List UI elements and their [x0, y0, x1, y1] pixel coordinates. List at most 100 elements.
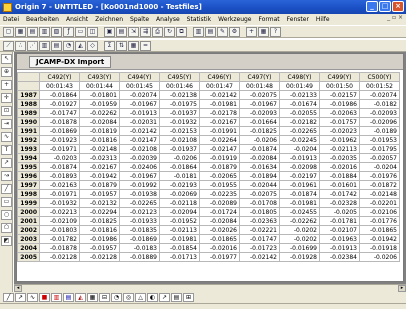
save-template-icon[interactable]: ▤: [116, 26, 127, 37]
table-cell[interactable]: -0.02132: [79, 198, 120, 208]
table-cell[interactable]: -0.02035: [319, 153, 360, 163]
column-header[interactable]: C496(Y): [199, 72, 240, 82]
table-cell[interactable]: -0.01757: [319, 117, 360, 127]
table-cell[interactable]: -0.02363: [239, 216, 280, 226]
table-cell[interactable]: -0.02265: [279, 126, 320, 136]
table-cell[interactable]: -0.02108: [159, 135, 200, 145]
menu-werkzeuge[interactable]: Werkzeuge: [218, 16, 251, 23]
table-cell[interactable]: -0.01825: [79, 216, 120, 226]
table-cell[interactable]: -0.02113: [319, 144, 360, 154]
column-chart-icon[interactable]: ▥: [51, 293, 62, 302]
table-cell[interactable]: -0.02262: [79, 108, 120, 118]
pie-chart-icon[interactable]: ◔: [63, 40, 74, 51]
table-cell[interactable]: -0.02128: [39, 252, 80, 262]
table-cell[interactable]: -0.01932: [159, 117, 200, 127]
column-label-cell[interactable]: 00:01:45: [119, 81, 160, 91]
table-cell[interactable]: -0.01634: [239, 162, 280, 172]
table-cell[interactable]: -0.01937: [159, 108, 200, 118]
table-cell[interactable]: -0.01952: [159, 216, 200, 226]
table-cell[interactable]: -0.02069: [159, 189, 200, 199]
table-cell[interactable]: -0.02108: [119, 144, 160, 154]
table-cell[interactable]: -0.02063: [319, 108, 360, 118]
line-plot-icon[interactable]: ⟋: [3, 40, 14, 51]
table-cell[interactable]: -0.02109: [39, 216, 80, 226]
row-number[interactable]: 1997: [17, 180, 40, 190]
fill-color-icon[interactable]: ■: [39, 293, 50, 302]
table-cell[interactable]: -0.01957: [79, 243, 120, 253]
code-builder-icon[interactable]: ⚙: [229, 26, 240, 37]
table-cell[interactable]: -0.01878: [39, 243, 80, 253]
table-cell[interactable]: -0.02023: [319, 126, 360, 136]
table-cell[interactable]: -0.02118: [159, 198, 200, 208]
table-cell[interactable]: -0.02065: [199, 171, 240, 181]
close-button[interactable]: ×: [392, 1, 404, 12]
menu-ansicht[interactable]: Ansicht: [66, 16, 88, 23]
table-cell[interactable]: -0.02245: [279, 135, 320, 145]
table-cell[interactable]: -0.02138: [159, 90, 200, 100]
column-label-cell[interactable]: 00:01:52: [359, 81, 400, 91]
table-cell[interactable]: -0.01967: [239, 99, 280, 109]
table-cell[interactable]: -0.02148: [359, 189, 400, 199]
row-number[interactable]: 1998: [17, 189, 40, 199]
row-number[interactable]: 2002: [17, 225, 40, 235]
row-header[interactable]: [17, 81, 40, 91]
draw-data-icon[interactable]: ∿: [1, 132, 12, 142]
menu-spalte[interactable]: Spalte: [130, 16, 149, 23]
table-cell[interactable]: -0.01913: [279, 153, 320, 163]
column-header[interactable]: C492(Y): [39, 72, 80, 82]
column-header[interactable]: C498(Y): [279, 72, 320, 82]
draw-arrow-icon[interactable]: ↗: [15, 293, 26, 302]
table-cell[interactable]: -0.01601: [319, 180, 360, 190]
minimize-button[interactable]: _: [366, 1, 378, 12]
table-cell[interactable]: -0.01955: [199, 180, 240, 190]
table-cell[interactable]: -0.02106: [359, 207, 400, 217]
sort-icon[interactable]: ⇅: [116, 40, 127, 51]
table-cell[interactable]: -0.0204: [279, 144, 320, 154]
table-cell[interactable]: -0.01724: [199, 207, 240, 217]
table-cell[interactable]: -0.01975: [159, 99, 200, 109]
row-number[interactable]: 2004: [17, 243, 40, 253]
column-header[interactable]: C499(Y): [319, 72, 360, 82]
table-cell[interactable]: -0.01986: [319, 99, 360, 109]
table-cell[interactable]: -0.01889: [119, 252, 160, 262]
table-cell[interactable]: -0.01961: [279, 180, 320, 190]
open-icon[interactable]: ◫: [87, 26, 98, 37]
table-cell[interactable]: -0.02328: [319, 198, 360, 208]
new-worksheet-icon[interactable]: ▦: [15, 26, 26, 37]
table-cell[interactable]: -0.01932: [39, 198, 80, 208]
table-cell[interactable]: -0.01874: [39, 162, 80, 172]
table-cell[interactable]: -0.02193: [159, 180, 200, 190]
table-cell[interactable]: -0.02148: [79, 144, 120, 154]
table-cell[interactable]: -0.01879: [199, 162, 240, 172]
area-chart-icon[interactable]: ◭: [75, 293, 86, 302]
table-cell[interactable]: -0.01805: [239, 207, 280, 217]
row-number[interactable]: 1991: [17, 126, 40, 136]
row-number[interactable]: 2000: [17, 207, 40, 217]
table-cell[interactable]: -0.02133: [279, 90, 320, 100]
data-reader-icon[interactable]: ⊡: [1, 106, 12, 116]
table-cell[interactable]: -0.01713: [159, 252, 200, 262]
row-number[interactable]: 1999: [17, 198, 40, 208]
save-icon[interactable]: ▣: [104, 26, 115, 37]
table-cell[interactable]: -0.01835: [119, 225, 160, 235]
table-cell[interactable]: -0.01962: [319, 135, 360, 145]
table-cell[interactable]: -0.02201: [359, 198, 400, 208]
table-cell[interactable]: -0.02089: [199, 198, 240, 208]
scroll-left-arrow-icon[interactable]: ◂: [14, 285, 22, 292]
table-cell[interactable]: -0.02074: [359, 90, 400, 100]
table-cell[interactable]: -0.02142: [119, 126, 160, 136]
menu-format[interactable]: Format: [259, 16, 280, 23]
import-multiple-icon[interactable]: ⇶: [140, 26, 151, 37]
table-cell[interactable]: -0.01963: [319, 234, 360, 244]
table-cell[interactable]: -0.01976: [359, 171, 400, 181]
table-cell[interactable]: -0.01913: [119, 108, 160, 118]
table-cell[interactable]: -0.01869: [119, 234, 160, 244]
table-cell[interactable]: -0.02093: [239, 108, 280, 118]
table-cell[interactable]: -0.02265: [119, 198, 160, 208]
table-cell[interactable]: -0.02153: [159, 126, 200, 136]
table-cell[interactable]: -0.02406: [119, 162, 160, 172]
horizontal-scrollbar[interactable]: ◂ ▸: [14, 284, 406, 292]
plot-icon[interactable]: ▦: [258, 26, 269, 37]
box-chart-icon[interactable]: ⊟: [99, 293, 110, 302]
grid-corner[interactable]: [17, 72, 40, 82]
